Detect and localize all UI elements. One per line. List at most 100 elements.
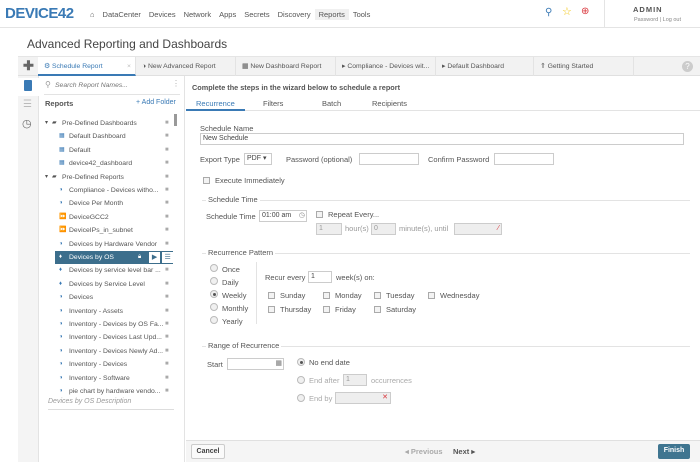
tree-report-item[interactable]: ◑ Inventory - Assets ■	[39, 305, 179, 318]
help-icon[interactable]: ?	[682, 61, 693, 72]
tree-report-item[interactable]: ▦ Default ■	[39, 144, 179, 157]
tree-report-item[interactable]: ◑ Compliance - Devices witho... ■	[39, 184, 179, 197]
add-tab-icon[interactable]: ✚	[23, 58, 34, 74]
tree-report-item[interactable]: ♦ Devices by service level bar ... ■	[39, 264, 179, 277]
day-thursday-checkbox[interactable]	[268, 306, 275, 313]
schedule-name-input[interactable]: New Schedule	[200, 133, 684, 145]
tree-report-item[interactable]: ◑ Inventory - Devices Last Upd... ■	[39, 331, 179, 344]
next-button[interactable]: Next ▸	[453, 447, 475, 456]
step-filters[interactable]: Filters	[263, 99, 283, 108]
search-report-input[interactable]	[55, 79, 167, 91]
day-sunday-checkbox[interactable]	[268, 292, 275, 299]
database-icon[interactable]: ☰	[23, 99, 32, 110]
tree-report-item[interactable]: ◑ Inventory - Devices Newly Ad... ■	[39, 345, 179, 358]
tree-report-item[interactable]: ▦ device42_dashboard ■	[39, 157, 179, 170]
tree-report-item[interactable]: ⏩ DeviceGCC2 ■	[39, 211, 179, 224]
tree-report-item[interactable]: ◑ pie chart by hardware vendo... ■	[39, 385, 179, 398]
home-icon[interactable]: ⌂	[86, 9, 99, 20]
nav-network[interactable]: Network	[180, 9, 216, 20]
clear-date-icon[interactable]: ✕	[382, 393, 388, 403]
pie-icon: ◑	[59, 240, 63, 247]
tree-report-item[interactable]: ♦ Devices by Service Level ■	[39, 278, 179, 291]
tree-report-item[interactable]: ◑ Inventory - Software ■	[39, 372, 179, 385]
cancel-button[interactable]: Cancel	[191, 444, 225, 459]
tab-new-advanced-report[interactable]: ◑ New Advanced Report	[136, 57, 236, 76]
fwd-icon: ⏩	[59, 213, 67, 220]
recur-every-input[interactable]: 1	[308, 271, 332, 283]
confirm-password-input[interactable]	[494, 153, 554, 165]
calendar-icon[interactable]: ▦	[275, 359, 282, 369]
tab-compliance[interactable]: ▸ Compliance - Devices wit...	[336, 57, 436, 76]
day-friday-checkbox[interactable]	[323, 306, 330, 313]
tree-report-item[interactable]: ◑ Devices ■	[39, 291, 179, 304]
occurrences-input[interactable]: 1	[343, 374, 367, 386]
reports-rail-button[interactable]	[18, 78, 39, 96]
pattern-once-radio[interactable]	[210, 264, 218, 272]
search-icon[interactable]: ⚲	[545, 7, 552, 18]
nav-secrets[interactable]: Secrets	[240, 9, 273, 20]
nav-apps[interactable]: Apps	[215, 9, 240, 20]
tree-report-item[interactable]: ⏩ DeviceIPs_in_subnet ■	[39, 224, 179, 237]
step-recurrence[interactable]: Recurrence	[196, 99, 235, 108]
nav-datacenter[interactable]: DataCenter	[99, 9, 145, 20]
tree-report-item[interactable]: ♦ Devices by OS 🔒︎ ▶ ☰	[55, 251, 173, 264]
globe-icon[interactable]: ⊕	[581, 6, 589, 17]
device42-logo[interactable]: DEVICE42	[5, 5, 74, 22]
tree-folder[interactable]: ▾ ▰ Pre-Defined Dashboards ■	[39, 117, 179, 130]
password-input[interactable]	[359, 153, 419, 165]
until-date-input[interactable]: ⁄	[454, 223, 502, 235]
lock-icon: ■	[165, 213, 169, 220]
tree-folder[interactable]: ▾ ▰ Pre-Defined Reports ■	[39, 171, 179, 184]
repeat-every-checkbox[interactable]	[316, 211, 323, 218]
star-icon[interactable]: ☆	[562, 5, 572, 18]
pattern-monthly-radio[interactable]	[210, 303, 218, 311]
close-icon[interactable]: ×	[127, 57, 131, 76]
day-saturday-checkbox[interactable]	[374, 306, 381, 313]
no-end-date-radio[interactable]	[297, 358, 305, 366]
hours-input[interactable]: 1	[316, 223, 342, 235]
more-options-icon[interactable]: ⋮	[172, 79, 180, 88]
nav-reports[interactable]: Reports	[314, 9, 349, 20]
start-date-input[interactable]: ▦	[227, 358, 284, 370]
day-wednesday-checkbox[interactable]	[428, 292, 435, 299]
clear-date-icon[interactable]: ⁄	[498, 224, 499, 234]
finish-button[interactable]: Finish	[658, 444, 690, 459]
nav-tools[interactable]: Tools	[349, 9, 375, 20]
end-after-radio[interactable]	[297, 376, 305, 384]
step-batch[interactable]: Batch	[322, 99, 341, 108]
expand-caret-icon[interactable]: ▾	[45, 117, 48, 130]
expand-caret-icon[interactable]: ▾	[45, 171, 48, 184]
menu-button[interactable]: ☰	[162, 252, 173, 263]
pattern-weekly-radio[interactable]	[210, 290, 218, 298]
tab-default-dashboard[interactable]: ▸ Default Dashboard	[436, 57, 534, 76]
end-by-radio[interactable]	[297, 394, 305, 402]
step-recipients[interactable]: Recipients	[372, 99, 407, 108]
schedule-time-input[interactable]: 01:00 am ◷	[259, 210, 307, 222]
clock-icon[interactable]: ◷	[22, 117, 32, 130]
add-folder-link[interactable]: + Add Folder	[136, 99, 176, 106]
tab-schedule-report[interactable]: ⚙ Schedule Report ×	[38, 57, 136, 76]
tree-report-item[interactable]: ▦ Default Dashboard ■	[39, 130, 179, 143]
clock-icon[interactable]: ◷	[299, 211, 305, 221]
logout-link[interactable]: Log out	[663, 17, 681, 23]
tree-report-item[interactable]: ◑ Devices by Hardware Vendor ■	[39, 238, 179, 251]
previous-button[interactable]: ◂ Previous	[405, 447, 443, 456]
tab-getting-started[interactable]: ⇑ Getting Started	[534, 57, 634, 76]
run-report-button[interactable]: ▶	[149, 252, 160, 263]
tree-report-item[interactable]: ◑ Inventory - Devices ■	[39, 358, 179, 371]
execute-immediately-checkbox[interactable]	[203, 177, 210, 184]
pattern-daily-radio[interactable]	[210, 277, 218, 285]
nav-devices[interactable]: Devices	[145, 9, 180, 20]
lock-icon: ■	[165, 120, 169, 126]
day-monday-checkbox[interactable]	[323, 292, 330, 299]
nav-discovery[interactable]: Discovery	[274, 9, 315, 20]
tree-report-item[interactable]: ◑ Device Per Month ■	[39, 197, 179, 210]
pattern-yearly-radio[interactable]	[210, 316, 218, 324]
export-type-select[interactable]: PDF ▾	[244, 153, 272, 165]
tab-new-dashboard-report[interactable]: ▦ New Dashboard Report	[236, 57, 336, 76]
end-by-date-input[interactable]: ✕	[335, 392, 391, 404]
tree-report-item[interactable]: ◑ Inventory - Devices by OS Fa... ■	[39, 318, 179, 331]
day-tuesday-checkbox[interactable]	[374, 292, 381, 299]
minutes-input[interactable]: 0	[371, 223, 396, 235]
password-link[interactable]: Password	[634, 17, 658, 23]
